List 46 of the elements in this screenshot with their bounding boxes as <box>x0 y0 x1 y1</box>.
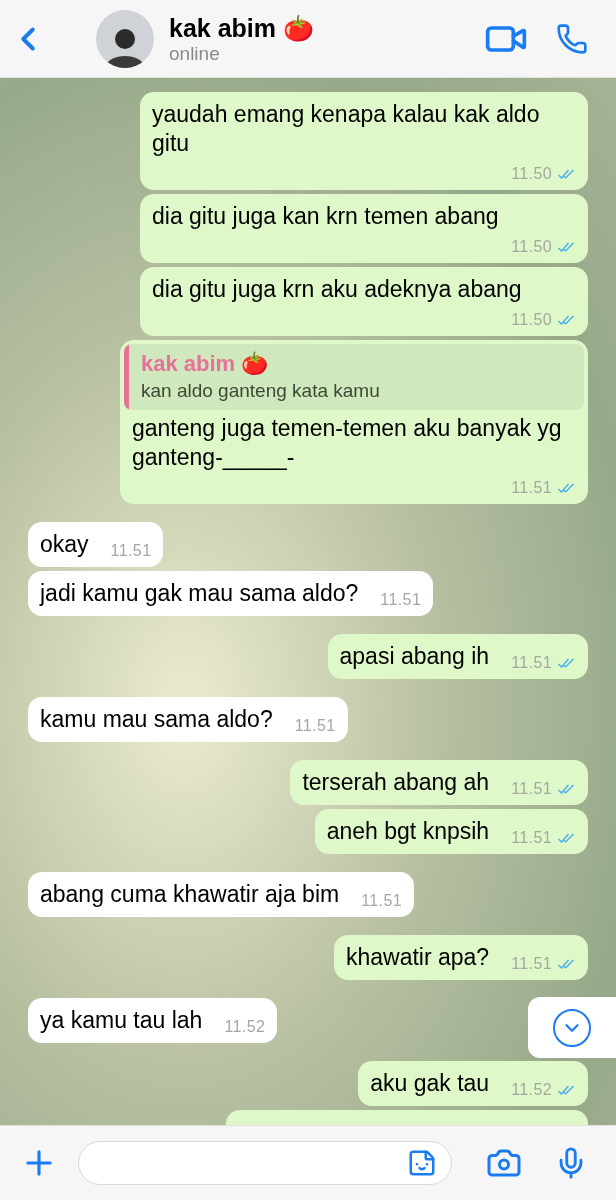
message-text: okay <box>40 530 89 559</box>
message-time: 11.51 <box>294 716 336 736</box>
read-ticks-icon <box>556 483 576 493</box>
message-text: kamu mau sama aldo? <box>40 705 273 734</box>
message-time: 11.51 <box>361 891 403 911</box>
read-ticks-icon <box>556 242 576 252</box>
contact-status: online <box>169 42 221 65</box>
message-time: 11.51 <box>380 590 422 610</box>
scroll-down-button[interactable] <box>528 997 616 1058</box>
message-text: ya kamu tau lah <box>40 1006 203 1035</box>
message-time: 11.50 <box>511 237 552 257</box>
contact-name[interactable]: kak abim 🍅 <box>169 12 314 43</box>
message-text: yaudah emang kenapa kalau kak aldo gitu <box>152 100 541 158</box>
read-ticks-icon <box>556 169 576 179</box>
message-time: 11.51 <box>511 478 552 498</box>
message-text: dia gitu juga krn aku adeknya abang <box>152 275 522 304</box>
message-time: 11.51 <box>511 954 552 974</box>
message-text: apasi abang ih <box>339 642 490 671</box>
message-text: dia gitu juga kan krn temen abang <box>152 202 499 231</box>
message-time: 11.51 <box>110 541 152 561</box>
message-time: 11.51 <box>511 653 552 673</box>
message-text: aku gak tau <box>370 1069 490 1098</box>
message-time: 11.50 <box>511 310 552 330</box>
message-time: 11.52 <box>511 1080 552 1100</box>
message-time: 11.51 <box>511 779 552 799</box>
read-ticks-icon <box>556 784 576 794</box>
message-text: aneh bgt knpsih <box>326 817 490 846</box>
message-text: jadi kamu gak mau sama aldo? <box>40 579 359 608</box>
message-text: ganteng juga temen-temen aku banyak yg ganteng-_____- <box>132 414 563 472</box>
message-input-field[interactable] <box>78 1141 452 1185</box>
sticker-icon <box>407 1148 437 1178</box>
read-ticks-icon <box>556 658 576 668</box>
quoted-message[interactable]: kak abim 🍅 kan aldo ganteng kata kamu <box>124 344 584 410</box>
read-ticks-icon <box>556 959 576 969</box>
message-text: terserah abang ah <box>302 768 490 797</box>
message-time: 11.52 <box>224 1017 266 1037</box>
message-time: 11.51 <box>511 828 552 848</box>
message-time: 11.50 <box>511 164 552 184</box>
message-text: khawatir apa? <box>345 943 490 972</box>
read-ticks-icon <box>556 315 576 325</box>
quoted-author: kak abim 🍅 <box>141 350 270 378</box>
message-text: abang cuma khawatir aja bim <box>40 880 340 909</box>
read-ticks-icon <box>556 1085 576 1095</box>
voice-call-button[interactable] <box>556 22 588 55</box>
read-ticks-icon <box>556 833 576 843</box>
quoted-text: kan aldo ganteng kata kamu <box>141 379 380 403</box>
